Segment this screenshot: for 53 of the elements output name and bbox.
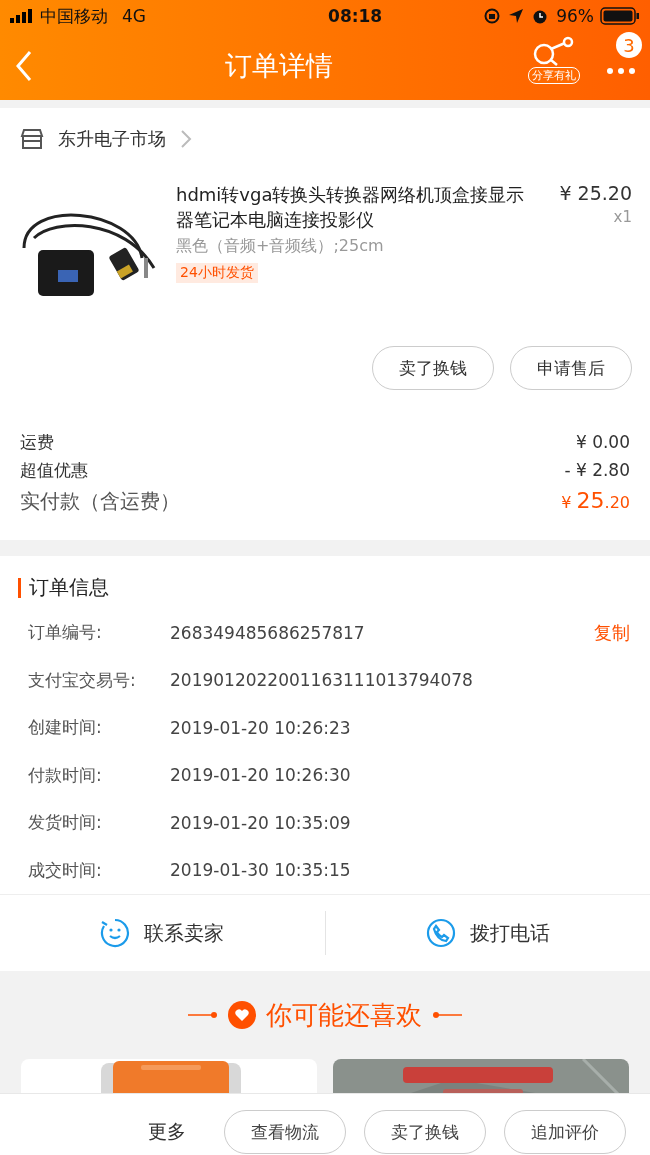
total-amount: ¥ 25.20 [561,487,630,515]
info-value: 2019-01-20 10:26:23 [170,717,352,738]
contact-link[interactable]: 拨打电话 [469,919,550,947]
chat-face-icon[interactable] [100,918,131,948]
fee-label: 超值优惠 [20,459,88,482]
fee-value: - ¥ 2.80 [564,459,630,482]
network-type: 4G [122,6,146,26]
section-title: 你可能还喜欢 [266,998,422,1032]
battery-icon [600,7,640,25]
shop-name[interactable]: 东升电子市场 [58,127,166,151]
carrier-name: 中国移动 [40,4,108,28]
action-button[interactable]: 卖了换钱 [364,1110,486,1154]
info-label: 支付宝交易号: [28,668,137,692]
product-title[interactable]: hdmi转vga转换头转换器网络机顶盒接显示器笔记本电脑连接投影仪 [176,182,532,232]
notification-badge: 3 [616,32,642,58]
divider-ornament-icon [188,1011,218,1019]
clock: 08:18 [328,6,383,26]
action-button[interactable]: 申请售后 [510,346,632,390]
divider-ornament-icon [432,1011,462,1019]
more-icon[interactable] [606,67,636,75]
info-label: 发货时间: [28,811,103,835]
phone-icon[interactable] [425,918,456,948]
location-arrow-icon [508,8,525,24]
info-value: 2019012022001163111013794078 [170,670,474,691]
action-button[interactable]: 查看物流 [224,1110,346,1154]
battery-percent: 96% [556,6,594,26]
action-button[interactable]: 追加评价 [504,1110,626,1154]
info-value: 2019-01-20 10:35:09 [170,812,352,833]
page-title: 订单详情 [224,49,334,83]
info-label: 成交时间: [28,858,103,882]
alarm-icon [532,8,549,24]
info-value: 2019-01-20 10:26:30 [170,765,352,786]
rotation-lock-icon [484,8,501,24]
info-label: 创建时间: [28,716,103,740]
more-link[interactable]: 更多 [148,1119,186,1145]
section-title: 订单信息 [29,574,109,601]
info-label: 付款时间: [28,763,103,787]
product-price: ¥ 25.20 [558,182,632,204]
contact-link[interactable]: 联系卖家 [144,919,225,947]
quantity: x1 [612,208,632,226]
total-label: 实付款（含运费） [20,488,180,515]
shipping-tag: 24小时发货 [176,263,258,283]
info-value: 2019-01-30 10:35:15 [170,860,352,881]
chevron-right-icon[interactable] [180,129,192,149]
fee-value: ¥ 0.00 [575,431,630,454]
fee-label: 运费 [20,431,54,454]
info-label: 订单编号: [28,621,103,645]
action-button[interactable]: 卖了换钱 [372,346,494,390]
product-variant: 黑色（音频+音频线）;25cm [176,236,385,257]
share-icon[interactable] [532,36,576,66]
store-icon [20,128,44,150]
back-icon[interactable] [14,50,34,82]
info-value: 268349485686257817 [170,622,366,643]
